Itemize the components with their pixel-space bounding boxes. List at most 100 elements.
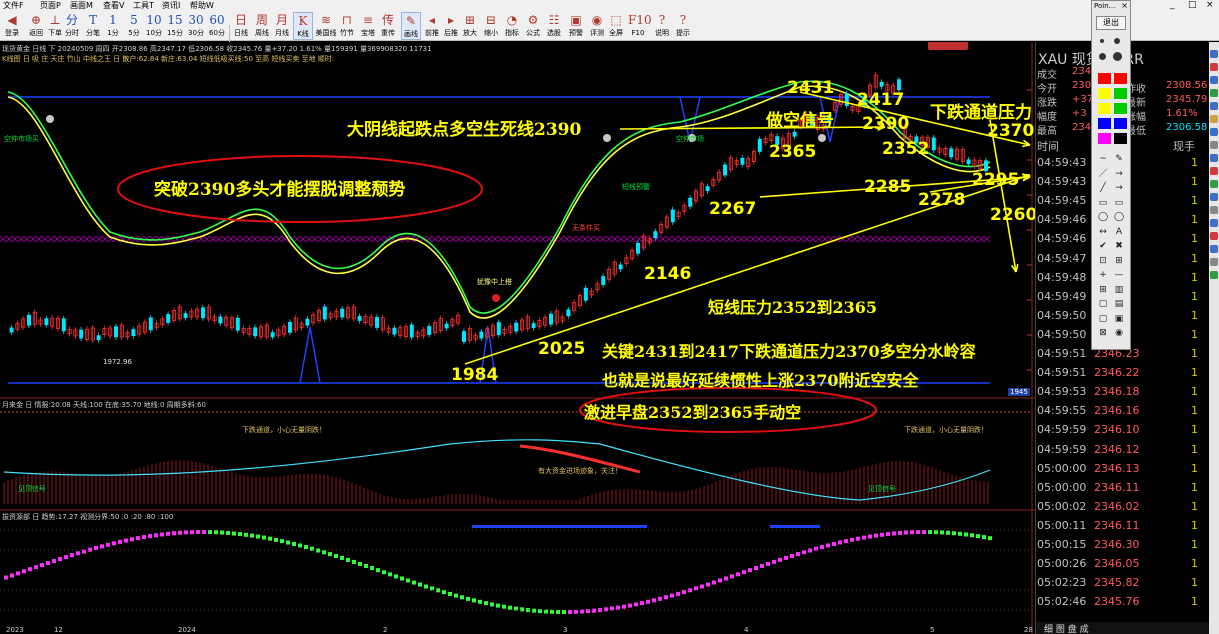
color-swatch-9[interactable]: [1114, 133, 1127, 144]
toolbar-button-29[interactable]: ⬚ 全屏: [606, 12, 626, 40]
pen-size-xlarge-icon[interactable]: [1113, 52, 1122, 61]
pattern-band-mark: [605, 235, 613, 243]
side-tool-15-icon[interactable]: [1210, 245, 1218, 253]
quote-tabs-label[interactable]: 细 图 盘 成: [1044, 625, 1089, 634]
draw-tool-11-icon[interactable]: A: [1112, 226, 1126, 238]
signal-tag-d: 犹豫中上搭: [477, 278, 512, 286]
menu-info[interactable]: 资讯I: [162, 0, 180, 11]
color-swatch-5[interactable]: [1114, 103, 1127, 114]
draw-tool-19-icon[interactable]: ▥: [1112, 284, 1126, 296]
side-tool-11-icon[interactable]: [1210, 193, 1218, 201]
draw-tool-4-icon[interactable]: ╱: [1096, 182, 1110, 194]
toolbar-button-26[interactable]: ☷ 选股: [544, 12, 564, 40]
pen-size-small-icon[interactable]: [1100, 39, 1104, 43]
menu-page[interactable]: 页面P: [40, 0, 61, 11]
draw-tool-23-icon[interactable]: ▣: [1112, 313, 1126, 325]
side-tool-7-icon[interactable]: [1210, 141, 1218, 149]
draw-tool-24-icon[interactable]: ⊠: [1096, 327, 1110, 339]
pattern-band-mark: [371, 235, 379, 243]
draw-tool-20-icon[interactable]: ▢: [1096, 298, 1110, 310]
toolbar-button-13[interactable]: 月月线: [272, 12, 292, 40]
drawing-palette[interactable]: Poin... × 退出 ~ ✎ ／ → ╱ → ▭ ▭ ◯ ◯ ↔ A ✔ ✖ ⊡ ⊞ + — ⊞ ▥ ▢ ▤ ▢ ▣ ⊠ ◉: [1091, 0, 1131, 350]
sub2-oscillator-dot: [856, 536, 860, 541]
color-swatch-6[interactable]: [1098, 118, 1111, 129]
draw-tool-0-icon[interactable]: ~: [1096, 153, 1110, 165]
side-toolbar[interactable]: [1209, 42, 1219, 634]
side-tool-12-icon[interactable]: [1210, 206, 1218, 214]
toolbar-button-32[interactable]: ? 提示: [673, 12, 693, 40]
pattern-band-mark: [869, 235, 877, 243]
draw-tool-3-icon[interactable]: →: [1112, 168, 1126, 180]
pattern-band-mark: [323, 235, 331, 243]
sub2-oscillator-dot: [652, 598, 656, 603]
tick-vol: 1: [1191, 442, 1198, 456]
toolbar-button-10[interactable]: 60 60分: [207, 12, 227, 40]
side-tool-14-icon[interactable]: [1210, 232, 1218, 240]
color-swatch-0[interactable]: [1098, 73, 1111, 84]
menu-help[interactable]: 帮助W: [190, 0, 214, 11]
draw-tool-18-icon[interactable]: ⊞: [1096, 284, 1110, 296]
side-tool-4-icon[interactable]: [1210, 102, 1218, 110]
pattern-band-mark: [5, 235, 13, 243]
draw-tool-14-icon[interactable]: ⊡: [1096, 255, 1110, 267]
minimize-button[interactable]: _: [1170, 0, 1175, 11]
draw-tool-6-icon[interactable]: ▭: [1096, 197, 1110, 209]
draw-tool-17-icon[interactable]: —: [1112, 269, 1126, 281]
side-tool-6-icon[interactable]: [1210, 128, 1218, 136]
draw-tool-9-icon[interactable]: ◯: [1112, 211, 1126, 223]
pattern-band-mark: [215, 235, 223, 243]
draw-tool-10-icon[interactable]: ↔: [1096, 226, 1110, 238]
draw-tool-1-icon[interactable]: ✎: [1112, 153, 1126, 165]
draw-tool-22-icon[interactable]: ▢: [1096, 313, 1110, 325]
pattern-band-mark: [899, 235, 907, 243]
side-tool-2-icon[interactable]: [1210, 76, 1218, 84]
side-tool-5-icon[interactable]: [1210, 115, 1218, 123]
draw-tool-21-icon[interactable]: ▤: [1112, 298, 1126, 310]
draw-tool-15-icon[interactable]: ⊞: [1112, 255, 1126, 267]
sub2-oscillator-dot: [796, 552, 800, 557]
menu-tools[interactable]: 工具T: [133, 0, 154, 11]
side-tool-13-icon[interactable]: [1210, 219, 1218, 227]
color-swatch-2[interactable]: [1098, 88, 1111, 99]
menu-file[interactable]: 文件F: [3, 0, 24, 11]
color-swatch-3[interactable]: [1114, 88, 1127, 99]
menu-view[interactable]: 查看V: [103, 0, 124, 11]
chart-area[interactable]: 现货黄金 日线 下 20240509 周四 开2308.86 高2347.17 …: [0, 42, 1037, 634]
palette-exit-button[interactable]: 退出: [1096, 16, 1126, 30]
draw-tool-5-icon[interactable]: →: [1112, 182, 1126, 194]
draw-tool-8-icon[interactable]: ◯: [1096, 211, 1110, 223]
color-swatch-4[interactable]: [1098, 103, 1111, 114]
color-swatch-8[interactable]: [1098, 133, 1111, 144]
menu-view-screen[interactable]: 画面M: [70, 0, 93, 11]
draw-tool-2-icon[interactable]: ／: [1096, 168, 1110, 180]
sub2-oscillator-dot: [238, 532, 242, 537]
toolbar-button-14[interactable]: K K线: [293, 12, 313, 40]
side-tool-8-icon[interactable]: [1210, 154, 1218, 162]
draw-tool-25-icon[interactable]: ◉: [1112, 327, 1126, 339]
toolbar-button-18[interactable]: 传重传: [378, 12, 398, 40]
side-tool-1-icon[interactable]: [1210, 63, 1218, 71]
draw-tool-13-icon[interactable]: ✖: [1112, 240, 1126, 252]
side-tool-10-icon[interactable]: [1210, 180, 1218, 188]
draw-tool-16-icon[interactable]: +: [1096, 269, 1110, 281]
axis-label-right-bottom: 28: [1024, 626, 1033, 634]
maximize-button[interactable]: □: [1188, 0, 1197, 11]
pen-size-large-icon[interactable]: [1099, 53, 1106, 60]
draw-tool-7-icon[interactable]: ▭: [1112, 197, 1126, 209]
side-tool-0-icon[interactable]: [1210, 50, 1218, 58]
draw-tool-12-icon[interactable]: ✔: [1096, 240, 1110, 252]
side-tool-9-icon[interactable]: [1210, 167, 1218, 175]
side-tool-16-icon[interactable]: [1210, 258, 1218, 266]
side-tool-3-icon[interactable]: [1210, 89, 1218, 97]
close-button[interactable]: ×: [1206, 0, 1214, 11]
signal-marker-0: [46, 115, 54, 123]
palette-close-button[interactable]: ×: [1121, 1, 1128, 10]
color-swatch-7[interactable]: [1114, 118, 1127, 129]
toolbar-button-0[interactable]: ◀ 登录: [2, 12, 22, 40]
pen-size-medium-icon[interactable]: [1114, 38, 1120, 44]
side-tool-17-icon[interactable]: [1210, 271, 1218, 279]
color-swatch-1[interactable]: [1114, 73, 1127, 84]
sub2-oscillator-dot: [490, 602, 494, 607]
toolbar-button-30[interactable]: F10 F10: [628, 12, 652, 40]
quote-tabs[interactable]: 细 图 盘 成: [1036, 622, 1219, 634]
